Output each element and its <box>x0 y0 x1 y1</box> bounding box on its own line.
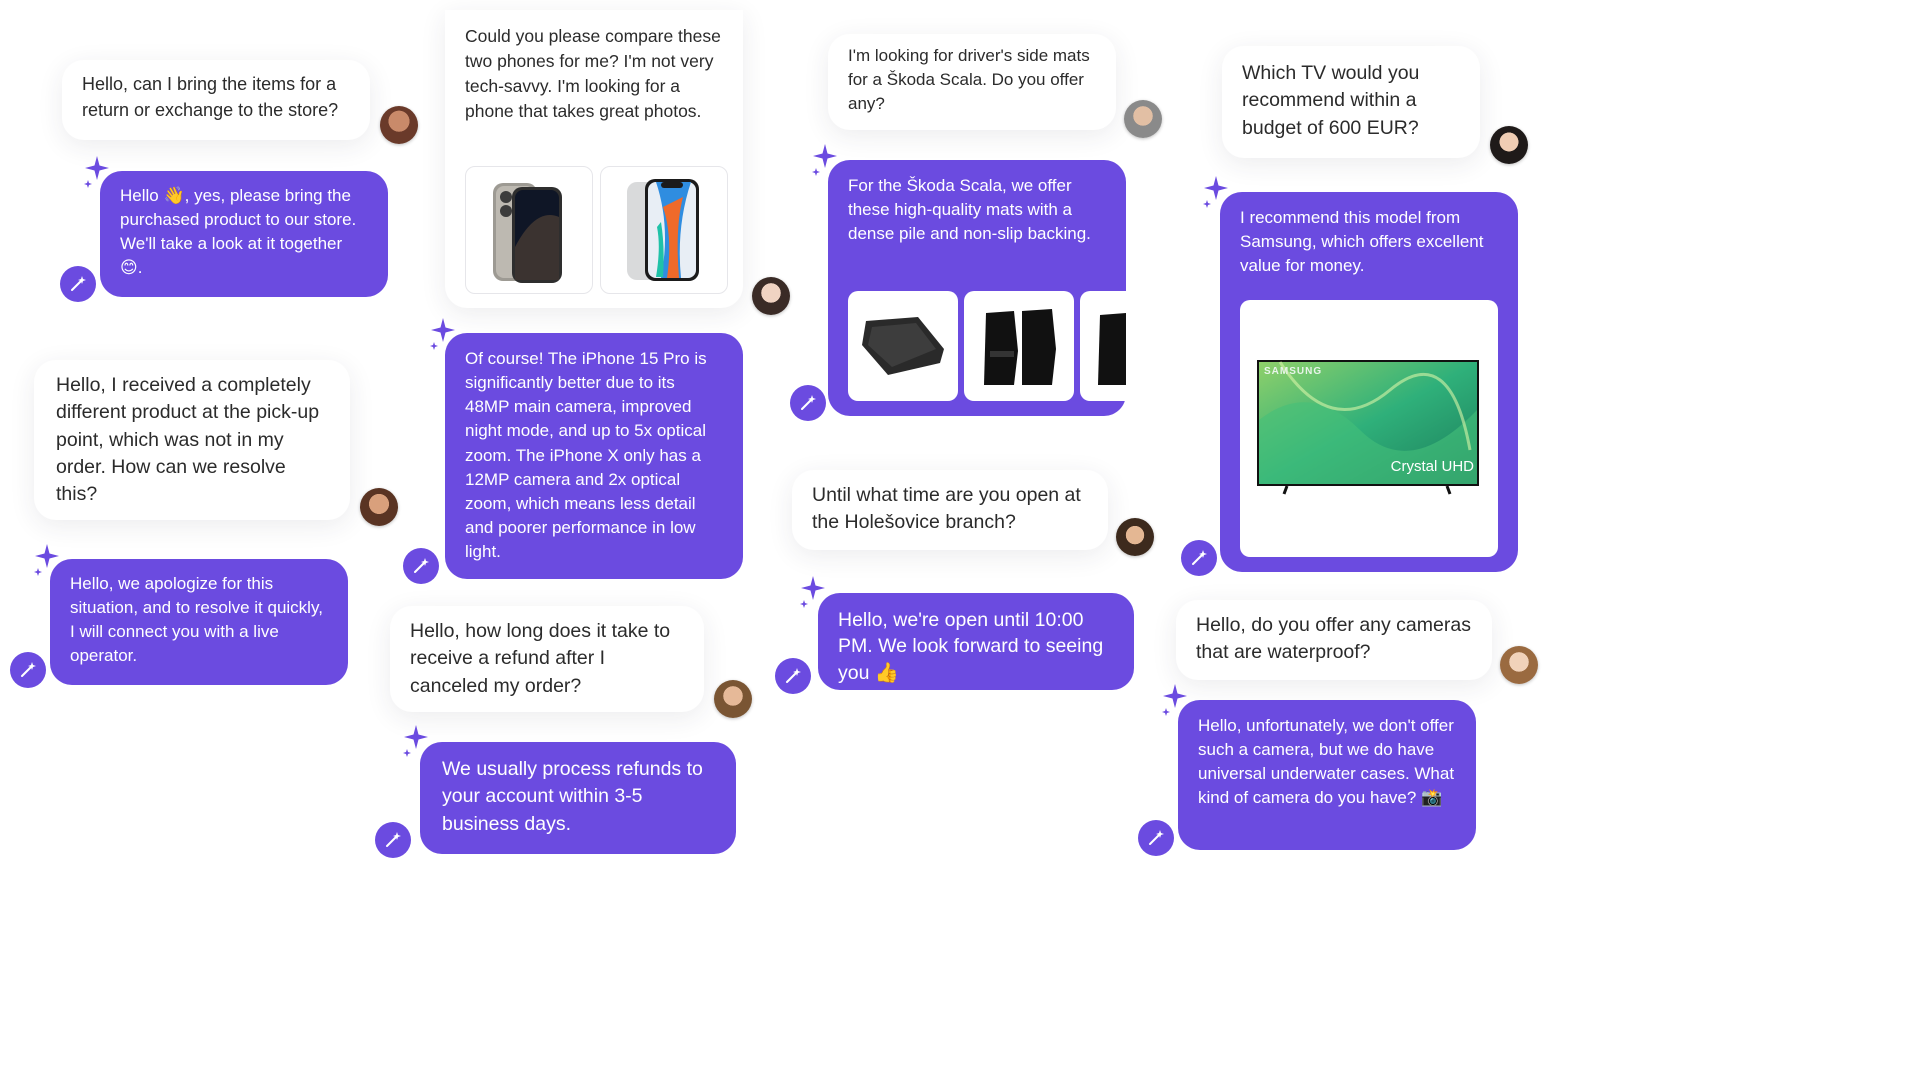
product-image-car-mat-1[interactable] <box>848 291 958 401</box>
message-text: Hello, I received a completely different… <box>56 374 320 506</box>
product-image-iphone-15-pro[interactable] <box>465 166 593 294</box>
product-image-car-mat-3[interactable] <box>1080 291 1126 401</box>
message-text: Hello, how long does it take to receive … <box>410 620 671 697</box>
customer-avatar <box>1124 100 1162 138</box>
customer-message: Hello, how long does it take to receive … <box>390 606 704 712</box>
product-image-iphone-x[interactable] <box>600 166 728 294</box>
magic-wand-icon <box>403 548 439 584</box>
message-text: Hello, we're open until 10:00 PM. We loo… <box>838 609 1104 684</box>
customer-message: I'm looking for driver's side mats for a… <box>828 34 1116 130</box>
product-image-car-mat-2[interactable] <box>964 291 1074 401</box>
magic-wand-icon <box>1138 820 1174 856</box>
magic-wand-icon <box>775 658 811 694</box>
customer-message: Until what time are you open at the Hole… <box>792 470 1108 550</box>
customer-message: Hello, can I bring the items for a retur… <box>62 60 370 140</box>
message-text: Of course! The iPhone 15 Pro is signific… <box>465 349 707 561</box>
customer-message: Which TV would you recommend within a bu… <box>1222 46 1480 158</box>
assistant-message: Hello, unfortunately, we don't offer suc… <box>1178 700 1476 850</box>
product-image-samsung-tv[interactable]: SAMSUNG Crystal UHD <box>1240 300 1498 557</box>
magic-wand-icon <box>10 652 46 688</box>
assistant-message: Hello, we're open until 10:00 PM. We loo… <box>818 593 1134 690</box>
tv-brand-label: SAMSUNG <box>1264 366 1323 377</box>
customer-avatar <box>360 488 398 526</box>
message-text: Hello, can I bring the items for a retur… <box>82 74 339 120</box>
tv-model-label: Crystal UHD <box>1390 458 1474 475</box>
assistant-message: Hello 👋, yes, please bring the purchased… <box>100 171 388 297</box>
magic-wand-icon <box>60 266 96 302</box>
customer-avatar <box>714 680 752 718</box>
customer-avatar <box>752 277 790 315</box>
message-text: We usually process refunds to your accou… <box>442 758 703 835</box>
customer-avatar <box>1490 126 1528 164</box>
assistant-message: Of course! The iPhone 15 Pro is signific… <box>445 333 743 579</box>
message-text: Could you please compare these two phone… <box>465 26 721 121</box>
message-text: I recommend this model from Samsung, whi… <box>1240 208 1484 276</box>
assistant-message: We usually process refunds to your accou… <box>420 742 736 854</box>
customer-avatar <box>380 106 418 144</box>
customer-avatar <box>1500 646 1538 684</box>
magic-wand-icon <box>790 385 826 421</box>
magic-wand-icon <box>375 822 411 858</box>
message-text: Hello 👋, yes, please bring the purchased… <box>120 186 357 278</box>
message-text: Hello, we apologize for this situation, … <box>70 574 323 666</box>
customer-message: Hello, do you offer any cameras that are… <box>1176 600 1492 680</box>
customer-avatar <box>1116 518 1154 556</box>
message-text: For the Škoda Scala, we offer these high… <box>848 176 1091 244</box>
message-text: Which TV would you recommend within a bu… <box>1242 62 1420 139</box>
message-text: I'm looking for driver's side mats for a… <box>848 46 1090 114</box>
message-text: Hello, do you offer any cameras that are… <box>1196 614 1471 664</box>
assistant-message: Hello, we apologize for this situation, … <box>50 559 348 685</box>
customer-message: Hello, I received a completely different… <box>34 360 350 520</box>
message-text: Hello, unfortunately, we don't offer suc… <box>1198 716 1455 808</box>
message-text: Until what time are you open at the Hole… <box>812 484 1081 534</box>
magic-wand-icon <box>1181 540 1217 576</box>
